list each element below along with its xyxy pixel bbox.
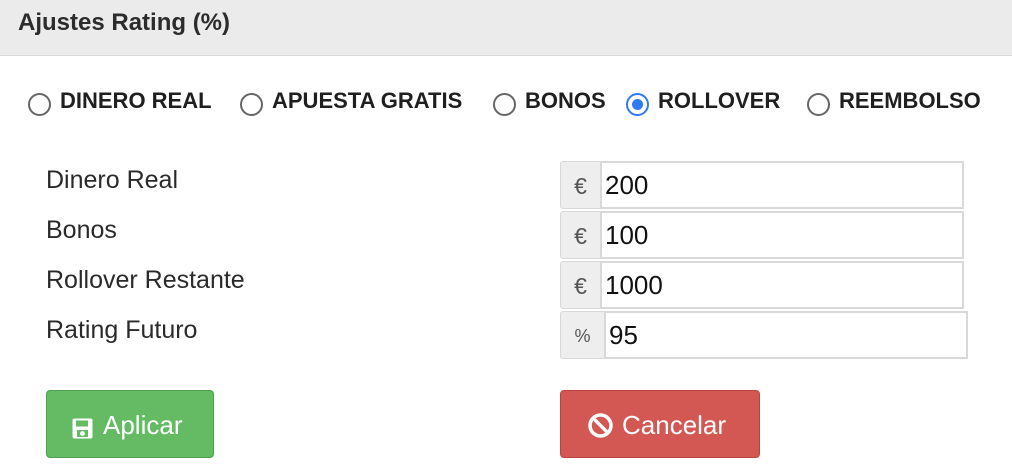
bet-type-radio-group: DINERO REAL APUESTA GRATIS BONOS ROLLOVE… bbox=[0, 84, 1012, 120]
radio-label-apuesta-gratis: APUESTA GRATIS bbox=[272, 88, 463, 113]
field-label-rating-futuro: Rating Futuro bbox=[46, 316, 198, 344]
floppy-disk-icon bbox=[72, 415, 93, 446]
field-label-dinero-real: Dinero Real bbox=[46, 166, 179, 194]
euro-addon: € bbox=[560, 211, 600, 259]
radio-label-bonos: BONOS bbox=[525, 88, 606, 113]
cancel-button-label: Cancelar bbox=[622, 410, 727, 440]
rating-settings-panel: Ajustes Rating (%) DINERO REAL APUESTA G… bbox=[0, 0, 1012, 474]
radio-button[interactable] bbox=[240, 93, 263, 116]
field-label-bonos: Bonos bbox=[46, 216, 117, 244]
radio-button[interactable] bbox=[807, 93, 830, 116]
radio-button[interactable] bbox=[28, 93, 51, 116]
apply-button[interactable]: Aplicar bbox=[46, 390, 214, 458]
field-label-rollover-restante: Rollover Restante bbox=[46, 266, 245, 294]
percent-addon: % bbox=[560, 311, 604, 359]
bonos-input-group: € bbox=[560, 211, 964, 259]
rollover-restante-input-group: € bbox=[560, 261, 964, 309]
dinero-real-input[interactable] bbox=[600, 161, 964, 209]
radio-label-rollover: ROLLOVER bbox=[658, 88, 781, 113]
rating-futuro-input-group: % bbox=[560, 311, 968, 359]
rating-futuro-input[interactable] bbox=[604, 311, 968, 359]
panel-header: Ajustes Rating (%) bbox=[0, 0, 1012, 56]
radio-button[interactable] bbox=[493, 93, 516, 116]
radio-button-selected[interactable] bbox=[626, 93, 649, 116]
panel-title: Ajustes Rating (%) bbox=[18, 9, 231, 36]
apply-button-label: Aplicar bbox=[103, 410, 183, 440]
euro-addon: € bbox=[560, 261, 600, 309]
cancel-button[interactable]: Cancelar bbox=[560, 390, 760, 458]
radio-label-dinero-real: DINERO REAL bbox=[60, 88, 212, 113]
rollover-restante-input[interactable] bbox=[600, 261, 964, 309]
bonos-input[interactable] bbox=[600, 211, 964, 259]
radio-label-reembolso: REEMBOLSO bbox=[839, 88, 981, 113]
euro-addon: € bbox=[560, 161, 600, 209]
dinero-real-input-group: € bbox=[560, 161, 964, 209]
ban-icon bbox=[587, 412, 614, 446]
